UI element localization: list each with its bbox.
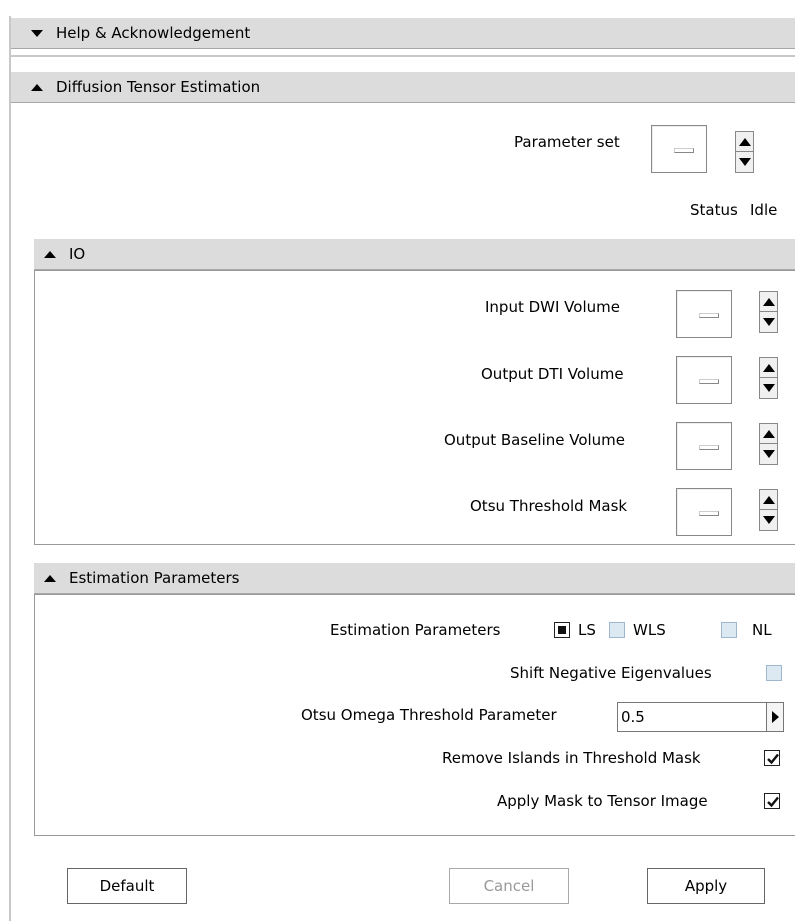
input-dwi-spinner[interactable] [759, 291, 778, 333]
spin-up-icon[interactable] [760, 358, 777, 378]
parameter-set-spinner[interactable] [735, 131, 754, 173]
apply-mask-checkbox[interactable] [764, 793, 780, 809]
spin-down-icon[interactable] [760, 444, 777, 464]
wls-label: WLS [633, 621, 666, 639]
divider [11, 55, 795, 57]
ls-radio[interactable] [554, 622, 570, 638]
ls-label: LS [578, 621, 596, 639]
io-section-title: IO [69, 245, 86, 263]
dti-section-title: Diffusion Tensor Estimation [56, 78, 261, 96]
status-label: Status [690, 201, 738, 219]
menu-indicator-icon [699, 511, 719, 516]
expand-triangle-icon [31, 83, 43, 91]
left-frame-line [9, 16, 11, 921]
output-baseline-label: Output Baseline Volume [444, 431, 626, 449]
spin-up-icon[interactable] [736, 132, 753, 152]
spin-up-icon[interactable] [760, 424, 777, 444]
nl-label: NL [752, 621, 772, 639]
otsu-omega-label: Otsu Omega Threshold Parameter [301, 706, 557, 724]
otsu-mask-label: Otsu Threshold Mask [470, 497, 628, 515]
estimation-section-title: Estimation Parameters [69, 569, 240, 587]
spin-up-icon[interactable] [760, 292, 777, 312]
parameter-set-label: Parameter set [514, 133, 620, 151]
output-baseline-spinner[interactable] [759, 423, 778, 465]
menu-indicator-icon [674, 148, 694, 153]
menu-indicator-icon [699, 313, 719, 318]
input-dwi-label: Input DWI Volume [485, 298, 620, 316]
collapse-triangle-icon [31, 29, 43, 37]
nl-radio[interactable] [721, 622, 737, 638]
cancel-button[interactable]: Cancel [449, 868, 569, 904]
help-section-header[interactable]: Help & Acknowledgement [11, 17, 795, 49]
remove-islands-checkbox[interactable] [764, 750, 780, 766]
otsu-mask-spinner[interactable] [759, 489, 778, 531]
estimation-method-label: Estimation Parameters [330, 621, 501, 639]
expand-triangle-icon [44, 574, 56, 582]
otsu-omega-input[interactable]: 0.5 [617, 702, 766, 732]
output-dti-label: Output DTI Volume [481, 365, 624, 383]
help-section-title: Help & Acknowledgement [56, 24, 251, 42]
io-section-header[interactable]: IO [34, 238, 795, 270]
remove-islands-label: Remove Islands in Threshold Mask [442, 749, 701, 767]
spin-down-icon[interactable] [736, 152, 753, 172]
apply-button[interactable]: Apply [647, 868, 765, 904]
shift-negative-checkbox[interactable] [766, 665, 782, 681]
menu-indicator-icon [699, 379, 719, 384]
menu-indicator-icon [699, 445, 719, 450]
otsu-mask-menu[interactable] [676, 488, 732, 536]
dti-section-header[interactable]: Diffusion Tensor Estimation [11, 71, 795, 103]
input-dwi-menu[interactable] [676, 290, 732, 338]
wls-radio[interactable] [609, 622, 625, 638]
spin-down-icon[interactable] [760, 312, 777, 332]
status-value: Idle [750, 201, 778, 219]
output-baseline-menu[interactable] [676, 422, 732, 470]
estimation-section-header[interactable]: Estimation Parameters [34, 562, 795, 594]
parameter-set-menu[interactable] [651, 125, 707, 173]
spin-down-icon[interactable] [760, 378, 777, 398]
spin-down-icon[interactable] [760, 510, 777, 530]
spin-up-icon[interactable] [760, 490, 777, 510]
shift-negative-label: Shift Negative Eigenvalues [510, 664, 712, 682]
expand-triangle-icon [44, 250, 56, 258]
right-arrow-icon[interactable] [766, 702, 784, 732]
apply-mask-label: Apply Mask to Tensor Image [497, 792, 708, 810]
default-button[interactable]: Default [67, 868, 187, 904]
output-dti-menu[interactable] [676, 356, 732, 404]
output-dti-spinner[interactable] [759, 357, 778, 399]
